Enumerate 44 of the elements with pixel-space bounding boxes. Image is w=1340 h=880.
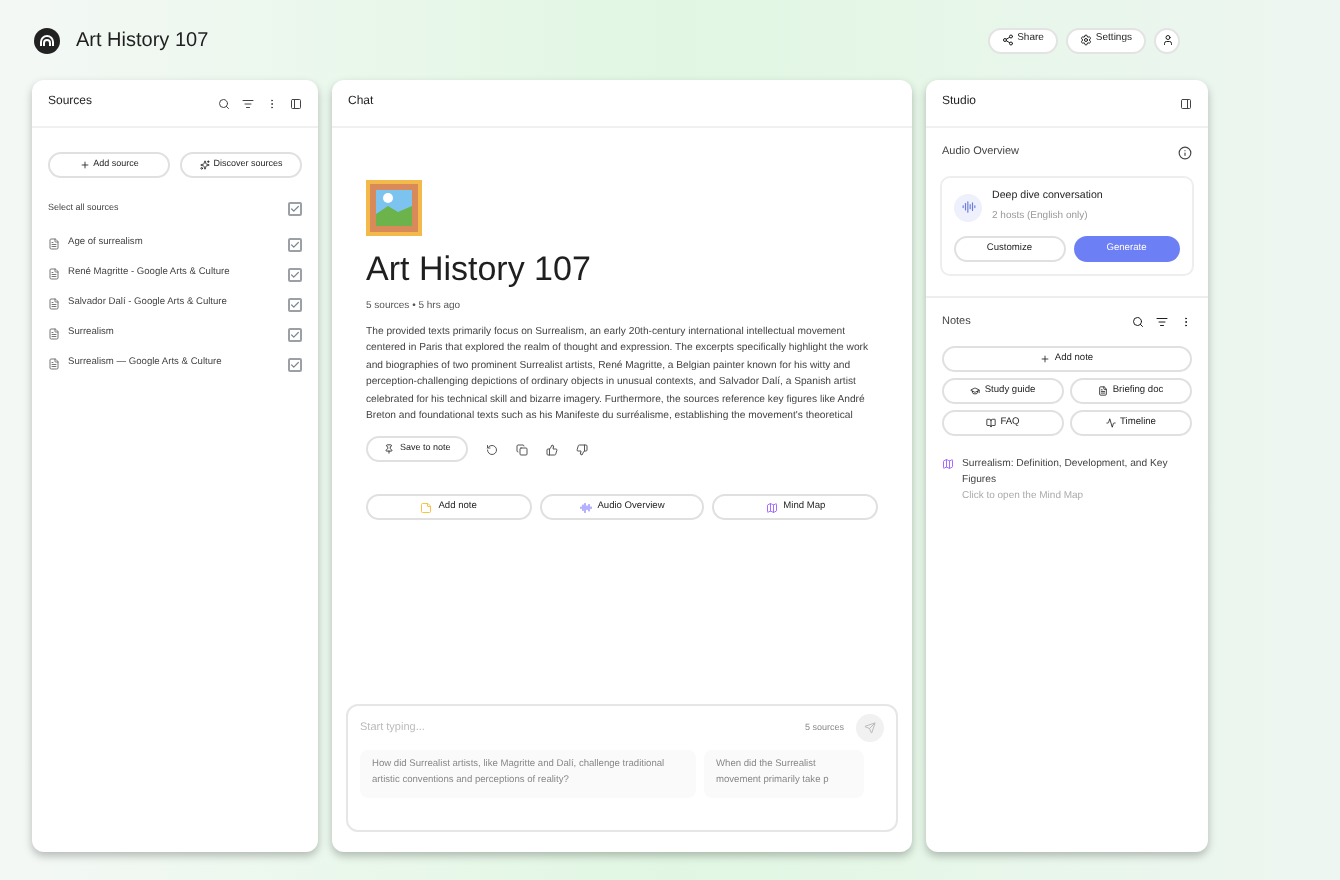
notebook-heading: Art History 107	[366, 248, 593, 292]
sparkle-icon	[199, 160, 210, 170]
filter-icon[interactable]	[242, 97, 254, 109]
document-icon	[48, 238, 60, 250]
share-icon	[1001, 34, 1014, 46]
plus-icon	[1040, 354, 1051, 365]
document-icon	[1098, 386, 1109, 397]
map-icon	[942, 458, 954, 471]
checkbox[interactable]	[288, 237, 302, 251]
graduation-cap-icon	[970, 386, 981, 397]
checkbox[interactable]	[288, 327, 302, 341]
retry-icon[interactable]	[486, 443, 499, 456]
search-icon[interactable]	[218, 97, 230, 109]
map-icon	[765, 501, 778, 514]
pin-icon	[384, 444, 394, 455]
account-button[interactable]	[1154, 27, 1180, 53]
checkbox[interactable]	[288, 297, 302, 311]
panel-toggle-icon[interactable]	[1180, 97, 1192, 109]
document-icon	[48, 328, 60, 340]
checkbox[interactable]	[288, 357, 302, 371]
thumbs-up-icon[interactable]	[546, 443, 559, 456]
settings-icon	[1079, 34, 1092, 46]
note-icon	[420, 501, 433, 514]
send-icon	[864, 722, 876, 734]
waveform-icon	[579, 501, 592, 514]
checkbox[interactable]	[288, 267, 302, 281]
logo-icon	[34, 27, 60, 53]
document-icon	[48, 298, 60, 310]
framed-picture-icon	[366, 180, 422, 236]
waveform-icon	[954, 193, 982, 222]
info-icon[interactable]	[1178, 145, 1192, 159]
document-icon	[48, 358, 60, 370]
line-chart-icon	[1106, 418, 1117, 429]
search-icon[interactable]	[1132, 316, 1144, 329]
book-icon	[986, 418, 997, 429]
notebook-title: Art History 107	[76, 27, 209, 55]
panel-toggle-icon[interactable]	[290, 97, 302, 109]
copy-icon[interactable]	[516, 443, 529, 456]
thumbs-down-icon[interactable]	[576, 443, 589, 456]
checkbox[interactable]	[288, 201, 302, 215]
plus-icon	[79, 160, 90, 170]
person-icon	[1161, 34, 1173, 46]
filter-icon[interactable]	[1156, 316, 1168, 329]
document-icon	[48, 268, 60, 280]
